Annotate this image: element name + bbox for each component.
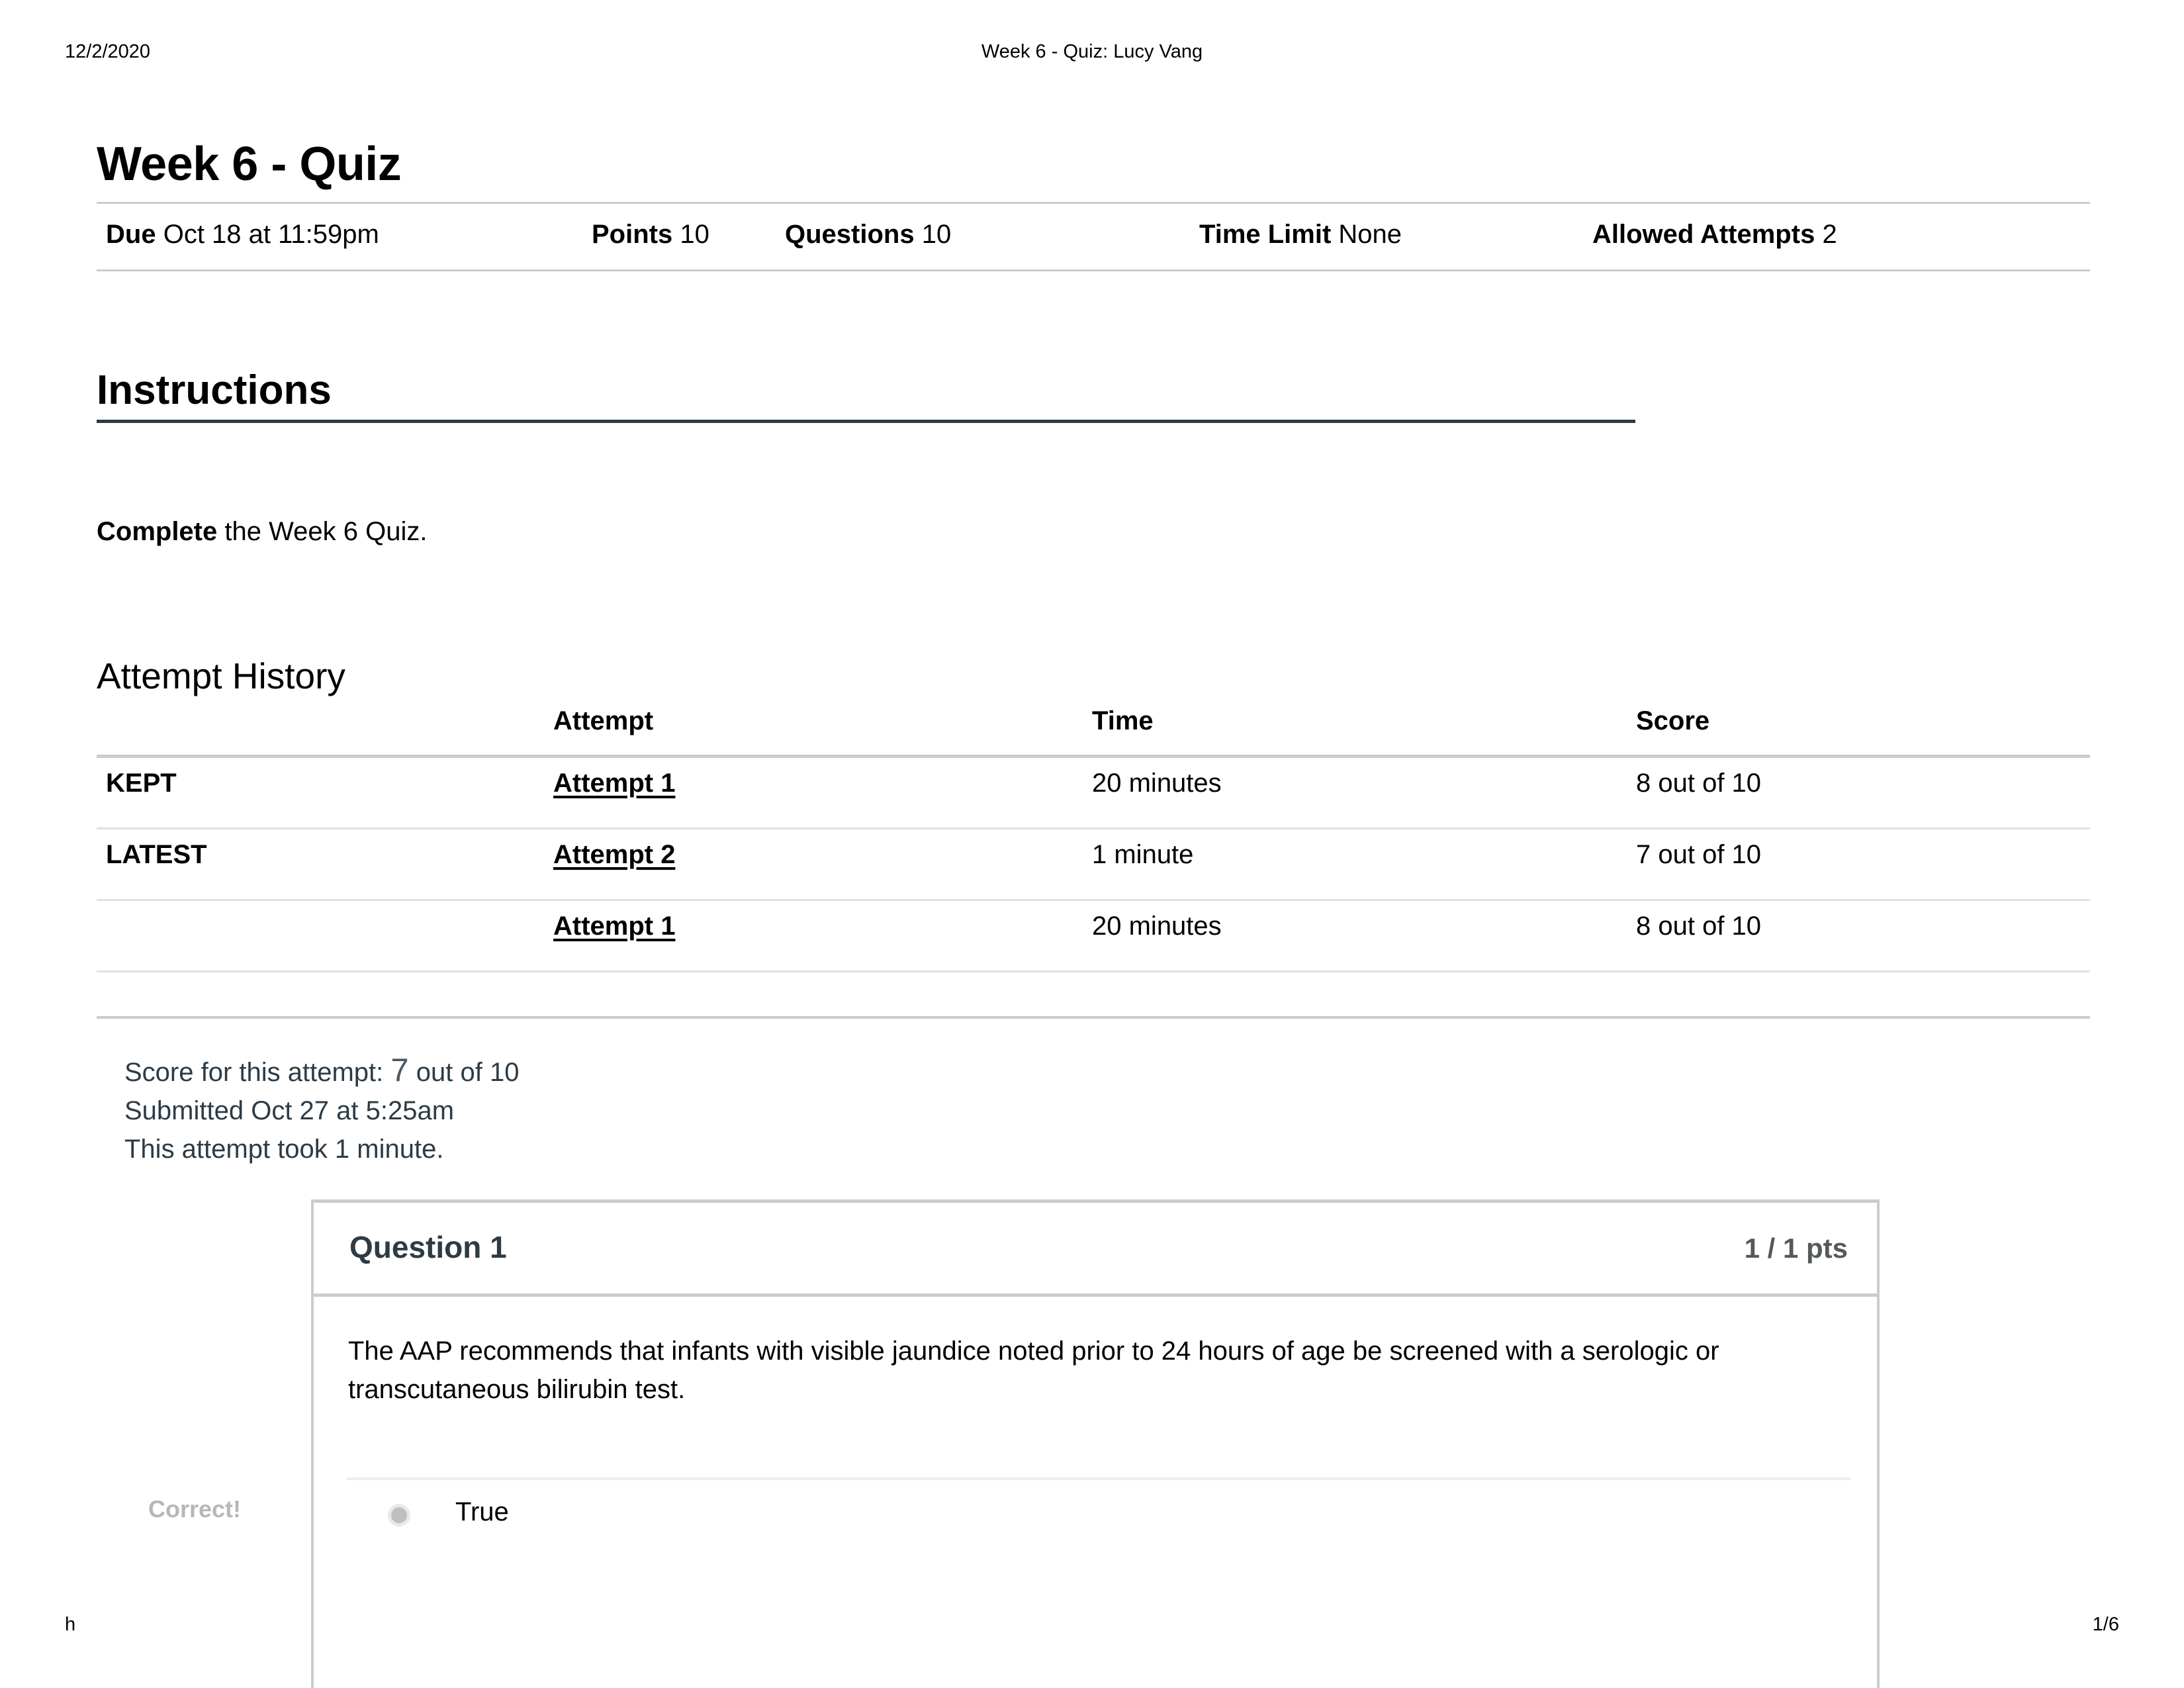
instructions-body-rest: the Week 6 Quiz.: [217, 517, 428, 546]
row-score-cell: 7 out of 10: [1636, 840, 1762, 869]
meta-time-limit-value: None: [1338, 220, 1402, 249]
meta-points: Points 10: [592, 221, 709, 248]
column-header-time: Time: [1092, 706, 1154, 735]
row-score-cell: 8 out of 10: [1636, 912, 1762, 941]
meta-due: Due Oct 18 at 11:59pm: [106, 221, 379, 248]
attempt-history-heading: Attempt History: [97, 655, 345, 696]
meta-allowed-attempts: Allowed Attempts 2: [1592, 221, 1837, 248]
attempt-summary: Score for this attempt: 7 out of 10 Subm…: [124, 1051, 519, 1168]
table-footer-row: [97, 972, 2090, 1019]
print-document-title: Week 6 - Quiz: Lucy Vang: [981, 41, 1203, 62]
question-points-badge: 1 / 1 pts: [1744, 1233, 1848, 1264]
attempt-score-line: Score for this attempt: 7 out of 10: [124, 1051, 519, 1092]
print-header: 12/2/2020 Week 6 - Quiz: Lucy Vang: [0, 41, 2184, 68]
attempt-link[interactable]: Attempt 1: [553, 769, 680, 798]
score-prefix: Score for this attempt:: [124, 1058, 391, 1087]
row-status-label: KEPT: [106, 769, 177, 798]
row-attempt-cell: Attempt 1: [553, 913, 680, 939]
meta-due-label: Due: [106, 220, 156, 249]
meta-allowed-attempts-value: 2: [1822, 220, 1837, 249]
row-time-cell: 20 minutes: [1092, 912, 1222, 941]
attempt-duration-line: This attempt took 1 minute.: [124, 1135, 444, 1164]
answer-divider: [347, 1477, 1850, 1480]
attempt-link[interactable]: Attempt 2: [553, 840, 680, 869]
print-footer: h 1/6: [0, 1614, 2184, 1640]
row-time-cell: 20 minutes: [1092, 769, 1222, 798]
column-header-attempt: Attempt: [553, 706, 654, 735]
page-title: Week 6 - Quiz: [97, 138, 402, 191]
score-value: 7: [390, 1053, 409, 1088]
meta-points-value: 10: [680, 220, 709, 249]
answer-option-label: True: [455, 1497, 509, 1526]
table-header-row: Attempt Time Score: [97, 702, 2090, 758]
instructions-body: Complete the Week 6 Quiz.: [97, 513, 427, 550]
row-attempt-cell: Attempt 1: [553, 770, 680, 796]
quiz-meta-strip: Due Oct 18 at 11:59pm Points 10 Question…: [97, 202, 2090, 271]
table-row: Attempt 1 20 minutes 8 out of 10: [97, 901, 2090, 972]
row-score-cell: 8 out of 10: [1636, 769, 1762, 798]
score-suffix: out of 10: [408, 1058, 520, 1087]
instructions-divider: [97, 420, 1635, 423]
row-attempt-cell: Attempt 2: [553, 841, 680, 868]
print-page-number: 1/6: [2092, 1614, 2119, 1635]
attempt-link[interactable]: Attempt 1: [553, 912, 680, 941]
meta-questions: Questions 10: [785, 221, 951, 248]
meta-time-limit-label: Time Limit: [1199, 220, 1332, 249]
question-header: Question 1 1 / 1 pts: [314, 1203, 1877, 1297]
meta-questions-label: Questions: [785, 220, 915, 249]
instructions-heading: Instructions: [97, 367, 332, 414]
meta-due-value: Oct 18 at 11:59pm: [163, 220, 379, 249]
meta-points-label: Points: [592, 220, 673, 249]
answer-feedback-correct: Correct!: [148, 1495, 242, 1523]
table-row: KEPT Attempt 1 20 minutes 8 out of 10: [97, 758, 2090, 829]
table-row: LATEST Attempt 2 1 minute 7 out of 10: [97, 829, 2090, 901]
meta-time-limit: Time Limit None: [1199, 221, 1402, 248]
row-time-cell: 1 minute: [1092, 840, 1194, 869]
meta-questions-value: 10: [921, 220, 952, 249]
attempt-history-table: Attempt Time Score KEPT Attempt 1 20 min…: [97, 702, 2090, 1019]
print-footer-url: h: [65, 1614, 76, 1635]
instructions-body-bold: Complete: [97, 517, 218, 546]
radio-selected-icon[interactable]: [388, 1504, 410, 1526]
attempt-submitted-line: Submitted Oct 27 at 5:25am: [124, 1096, 455, 1125]
meta-allowed-attempts-label: Allowed Attempts: [1592, 220, 1815, 249]
row-status-label: LATEST: [106, 840, 207, 869]
question-title: Question 1: [349, 1230, 507, 1264]
question-text: The AAP recommends that infants with vis…: [348, 1336, 1719, 1404]
column-header-score: Score: [1636, 706, 1710, 735]
